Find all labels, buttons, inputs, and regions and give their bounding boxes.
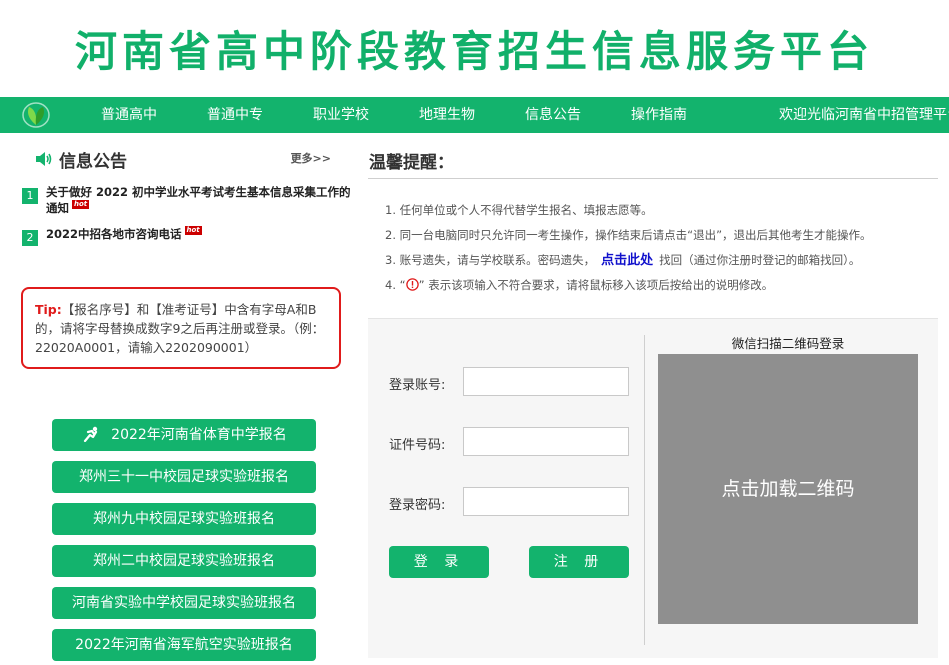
hot-badge: hot — [184, 226, 202, 235]
qr-login-title: 微信扫描二维码登录 — [731, 336, 845, 351]
nav-item-announcements[interactable]: 信息公告 — [525, 97, 581, 133]
notice-more-link[interactable]: 更多>> — [291, 150, 331, 166]
navy-aviation-registration-button[interactable]: 2022年河南省海军航空实验班报名 — [52, 629, 316, 661]
zhengzhou-2-football-registration-button[interactable]: 郑州二中校园足球实验班报名 — [52, 545, 316, 577]
leaf-logo-icon — [22, 102, 50, 128]
site-title: 河南省高中阶段教育招生信息服务平台 — [74, 27, 874, 76]
notice-item[interactable]: 1 关于做好 2022 初中学业水平考试考生基本信息采集工作的通知 hot — [22, 184, 352, 216]
divider — [368, 178, 938, 179]
reminder-list: 1. 任何单位或个人不得代替学生报名、填报志愿等。 2. 同一台电脑同时只允许同… — [385, 202, 945, 302]
welcome-text: 欢迎光临河南省中招管理平台 — [779, 107, 949, 123]
reminder-text: ” 表示该项输入不符合要求，请将鼠标移入该项后按给出的说明修改。 — [418, 278, 774, 292]
panel-divider — [644, 335, 645, 645]
running-icon — [84, 426, 98, 442]
notice-title: 信息公告 — [59, 152, 127, 172]
experimental-school-football-registration-button[interactable]: 河南省实验中学校园足球实验班报名 — [52, 587, 316, 619]
reminder-item: 3. 账号遗失，请与学校联系。密码遗失， 点击此处 找回（通过你注册时登记的邮箱找回… — [385, 252, 945, 277]
login-panel: 登录账号: 证件号码: 登录密码: 登 录 注 册 微信扫描二维码登录 点击加载… — [368, 318, 938, 658]
tip-box: Tip:【报名序号】和【准考证号】中含有字母A和B的，请将字母替换成数字9之后再… — [21, 287, 341, 369]
tip-label: Tip: — [35, 302, 62, 317]
button-label: 2022年河南省体育中学报名 — [111, 427, 287, 443]
reminder-text: 找回（通过你注册时登记的邮箱找回）。 — [659, 253, 861, 267]
nav-item-regular-technical-school[interactable]: 普通中专 — [207, 97, 263, 133]
reminder-item: 1. 任何单位或个人不得代替学生报名、填报志愿等。 — [385, 203, 653, 217]
main-navbar: 普通高中 普通中专 职业学校 地理生物 信息公告 操作指南 欢迎光临河南省中招管… — [0, 97, 949, 133]
reminder-item: 2. 同一台电脑同时只允许同一考生操作，操作结束后请点击“退出”，退出后其他考生… — [385, 228, 872, 242]
notice-item[interactable]: 2 2022中招各地市咨询电话 hot — [22, 226, 352, 246]
notice-text: 关于做好 2022 初中学业水平考试考生基本信息采集工作的通知 — [46, 185, 351, 215]
warning-icon — [405, 278, 419, 291]
account-input[interactable] — [463, 367, 629, 396]
login-button[interactable]: 登 录 — [389, 546, 489, 578]
tip-text: 【报名序号】和【准考证号】中含有字母A和B的，请将字母替换成数字9之后再注册或登… — [35, 302, 325, 355]
nav-item-operation-guide[interactable]: 操作指南 — [631, 97, 687, 133]
id-number-input[interactable] — [463, 427, 629, 456]
register-button[interactable]: 注 册 — [529, 546, 629, 578]
speaker-icon — [36, 152, 52, 166]
account-label: 登录账号: — [389, 378, 446, 393]
nav-item-vocational-school[interactable]: 职业学校 — [313, 97, 369, 133]
zhengzhou-9-football-registration-button[interactable]: 郑州九中校园足球实验班报名 — [52, 503, 316, 535]
sports-school-registration-button[interactable]: 2022年河南省体育中学报名 — [52, 419, 316, 451]
notice-text: 2022中招各地市咨询电话 — [46, 227, 182, 241]
password-recovery-link[interactable]: 点击此处 — [601, 253, 653, 268]
notice-number: 1 — [22, 188, 38, 204]
password-label: 登录密码: — [389, 498, 446, 513]
nav-item-geography-biology[interactable]: 地理生物 — [419, 97, 475, 133]
notice-header: 信息公告 更多>> — [34, 147, 334, 173]
reminder-text: 4. “ — [385, 278, 406, 292]
notice-number: 2 — [22, 230, 38, 246]
reminder-text: 3. 账号遗失，请与学校联系。密码遗失， — [385, 253, 596, 267]
reminder-item: 4. “ ” 表示该项输入不符合要求，请将鼠标移入该项后按给出的说明修改。 — [385, 277, 945, 302]
zhengzhou-31-football-registration-button[interactable]: 郑州三十一中校园足球实验班报名 — [52, 461, 316, 493]
password-input[interactable] — [463, 487, 629, 516]
reminder-heading: 温馨提醒： — [369, 153, 454, 173]
qr-code-load-area[interactable]: 点击加载二维码 — [658, 354, 918, 624]
notice-list: 1 关于做好 2022 初中学业水平考试考生基本信息采集工作的通知 hot 2 2… — [22, 184, 352, 252]
nav-item-regular-high-school[interactable]: 普通高中 — [101, 97, 157, 133]
id-number-label: 证件号码: — [389, 438, 446, 453]
hot-badge: hot — [72, 200, 90, 209]
